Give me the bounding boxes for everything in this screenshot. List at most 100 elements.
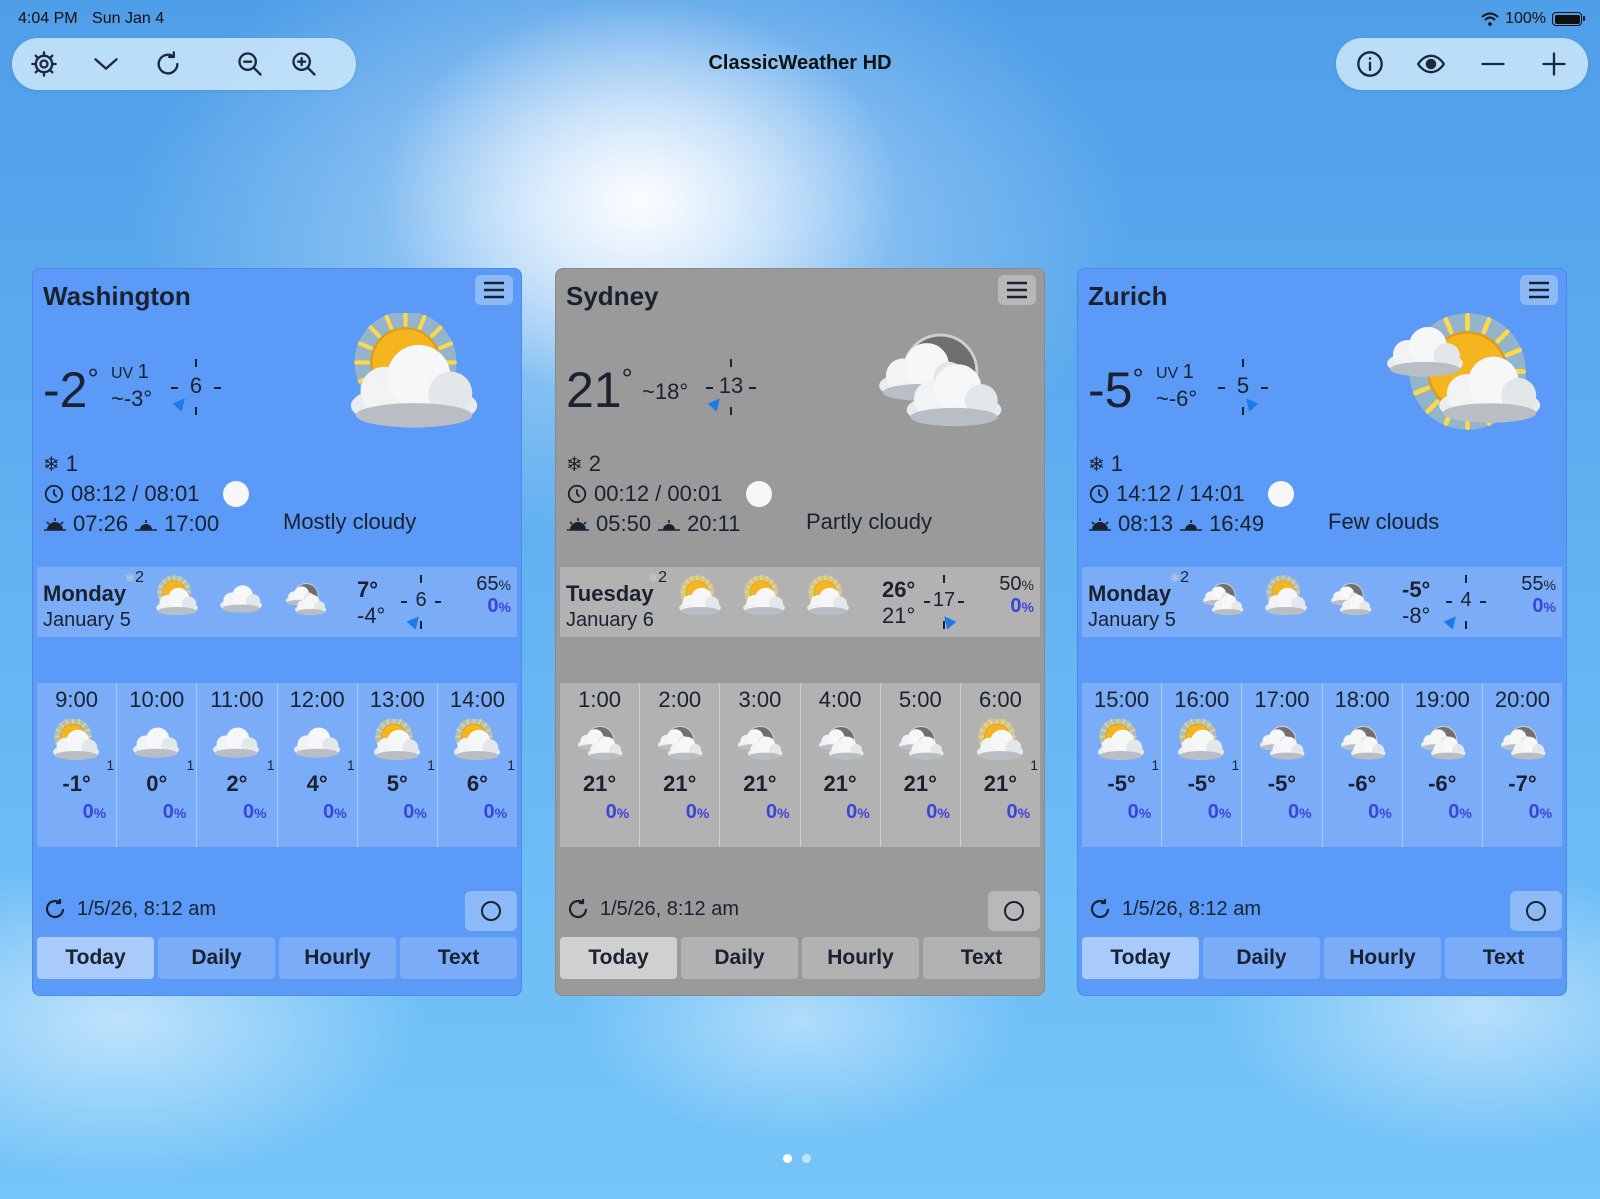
hour-column[interactable]: 19:00 -6° 0% <box>1402 683 1483 847</box>
last-updated[interactable]: 1/5/26, 8:12 am <box>43 897 216 921</box>
hour-column[interactable]: 9:00 1 -1° 0% <box>37 683 118 847</box>
day-icons <box>1194 573 1378 628</box>
info-button[interactable] <box>1350 44 1390 84</box>
hour-column[interactable]: 20:00 -7° 0% <box>1482 683 1563 847</box>
snow-row: ❄ 1 <box>1088 449 1556 479</box>
last-updated[interactable]: 1/5/26, 8:12 am <box>566 897 739 921</box>
hour-temperature: -5° <box>1107 771 1136 796</box>
hourly-forecast[interactable]: 1:00 21° 0% 2:00 21° 0% 3:00 21° 0% 4:00… <box>560 683 1041 847</box>
card-menu-button[interactable] <box>998 275 1036 305</box>
hour-temperature: 21° <box>582 771 617 796</box>
hour-time: 3:00 <box>738 687 782 712</box>
hour-column[interactable]: 18:00 -6° 0% <box>1322 683 1403 847</box>
hour-time: 17:00 <box>1254 687 1310 712</box>
humidity-value: 65 <box>476 573 499 595</box>
remove-location-button[interactable] <box>1473 44 1513 84</box>
snow-value: 1 <box>1110 451 1124 476</box>
day-snow-value: 2 <box>658 569 667 586</box>
tab-text[interactable]: Text <box>923 937 1040 979</box>
location-toggle-button[interactable] <box>988 891 1040 931</box>
hour-column[interactable]: 17:00 -5° 0% <box>1242 683 1323 847</box>
info-icon <box>1357 51 1383 77</box>
clock-icon <box>44 484 64 504</box>
page-dot-1[interactable] <box>783 1154 792 1163</box>
tab-daily[interactable]: Daily <box>1203 937 1320 979</box>
card-menu-button[interactable] <box>1520 275 1558 305</box>
daily-forecast-row[interactable]: Monday January 5 ❄2 -5° -8° 4 55% 0% <box>1082 567 1562 637</box>
last-updated[interactable]: 1/5/26, 8:12 am <box>1088 897 1261 921</box>
hour-precip: 0% <box>605 801 630 823</box>
hour-column[interactable]: 13:00 1 5° 0% <box>357 683 438 847</box>
hour-precip-value: 0 <box>765 801 778 823</box>
hourly-forecast[interactable]: 9:00 1 -1° 0% 10:00 1 0° 0% 11:00 1 2° 0… <box>37 683 518 847</box>
day-humidity: 55% <box>1521 573 1556 595</box>
location-toggle-button[interactable] <box>465 891 517 931</box>
tab-text[interactable]: Text <box>400 937 517 979</box>
hour-column[interactable]: 15:00 1 -5° 0% <box>1082 683 1163 847</box>
day-name: Tuesday <box>566 581 654 606</box>
hour-temperature: 21° <box>903 771 937 796</box>
daily-forecast-row[interactable]: Tuesday January 6 ❄2 26° 21° 17 50% 0% <box>560 567 1040 637</box>
wind-tick-s <box>1465 621 1467 629</box>
hourly-forecast[interactable]: 15:00 1 -5° 0% 16:00 1 -5° 0% 17:00 -5° … <box>1082 683 1563 847</box>
hour-condition-icon <box>446 717 508 765</box>
hour-column[interactable]: 14:00 1 6° 0% <box>437 683 518 847</box>
hour-column[interactable]: 5:00 21° 0% <box>880 683 961 847</box>
hour-precip: 0% <box>242 801 267 823</box>
hour-column[interactable]: 11:00 1 2° 0% <box>197 683 278 847</box>
sunset-icon <box>1180 520 1203 531</box>
humidity-value: 50 <box>999 573 1022 595</box>
temp-value: 21 <box>566 362 622 418</box>
day-name: Monday <box>1088 581 1172 606</box>
precip-value: 0 <box>487 595 499 617</box>
tab-today[interactable]: Today <box>1082 937 1199 979</box>
hour-condition-icon <box>728 719 790 765</box>
hour-temperature: 21° <box>983 771 1018 796</box>
hour-column[interactable]: 6:00 1 21° 0% <box>960 683 1041 847</box>
location-toggle-button[interactable] <box>1510 891 1562 931</box>
condition-text: Few clouds <box>1328 509 1440 534</box>
visibility-button[interactable] <box>1411 44 1451 84</box>
hour-time: 6:00 <box>979 687 1022 712</box>
feels-like-value: 18° <box>654 379 689 404</box>
hour-column[interactable]: 12:00 1 4° 0% <box>277 683 358 847</box>
hour-precip-value: 0 <box>1287 801 1300 823</box>
moon-phase-icon <box>223 481 250 507</box>
hour-condition-icon <box>1170 717 1232 765</box>
hour-column[interactable]: 16:00 1 -5° 0% <box>1162 683 1243 847</box>
add-location-button[interactable] <box>1534 44 1574 84</box>
daily-forecast-row[interactable]: Monday January 5 ❄2 7° -4° 6 65% 0% <box>37 567 517 637</box>
tab-daily[interactable]: Daily <box>681 937 798 979</box>
sunrise-time: 08:13 <box>1118 511 1174 536</box>
tab-hourly[interactable]: Hourly <box>802 937 919 979</box>
page-indicator[interactable] <box>783 1154 811 1163</box>
tab-hourly[interactable]: Hourly <box>1324 937 1441 979</box>
condition-text: Mostly cloudy <box>283 509 417 534</box>
snow-row: ❄ 2 <box>566 449 1034 479</box>
hour-temperature: -6° <box>1347 771 1377 796</box>
wind-tick-n <box>420 575 422 583</box>
hour-column[interactable]: 10:00 1 0° 0% <box>117 683 198 847</box>
hour-column[interactable]: 3:00 21° 0% <box>720 683 801 847</box>
tab-today[interactable]: Today <box>560 937 677 979</box>
tab-hourly[interactable]: Hourly <box>279 937 396 979</box>
page-dot-2[interactable] <box>802 1154 811 1163</box>
tab-text[interactable]: Text <box>1445 937 1562 979</box>
hour-precip: 0% <box>82 801 107 823</box>
uv-label: UV <box>1156 365 1179 382</box>
degree-symbol: ° <box>1132 363 1144 394</box>
tab-today[interactable]: Today <box>37 937 154 979</box>
hour-condition-icon <box>648 719 710 765</box>
refresh-icon <box>1090 899 1110 919</box>
card-menu-button[interactable] <box>475 275 513 305</box>
tab-daily[interactable]: Daily <box>158 937 275 979</box>
minus-icon <box>1480 62 1505 66</box>
hour-time: 4:00 <box>818 687 862 712</box>
hour-column[interactable]: 1:00 21° 0% <box>560 683 641 847</box>
clock-icon <box>567 484 587 504</box>
hour-column[interactable]: 4:00 21° 0% <box>800 683 881 847</box>
updated-time: 1/5/26, 8:12 am <box>600 897 739 920</box>
snow-value: 1 <box>65 451 79 476</box>
hour-precip: 0% <box>1287 801 1312 823</box>
hour-column[interactable]: 2:00 21° 0% <box>640 683 721 847</box>
